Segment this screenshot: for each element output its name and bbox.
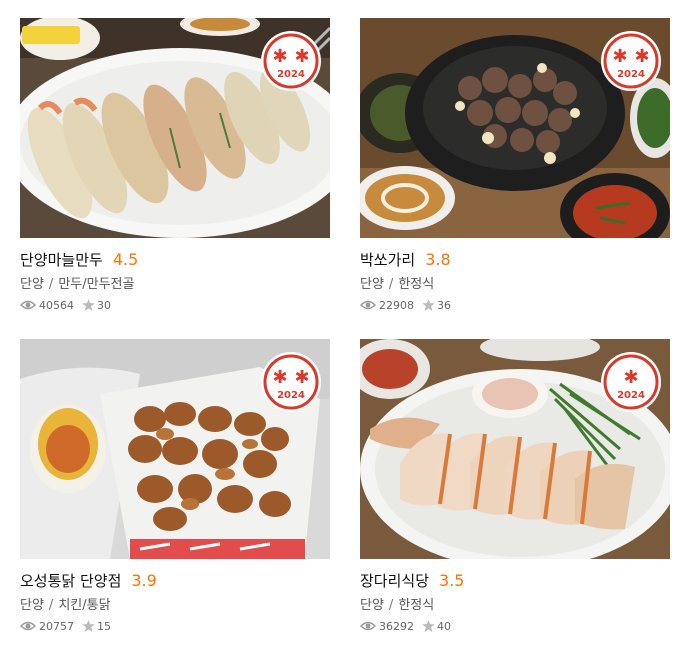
restaurant-photo[interactable]: ✱ 2024 — [360, 339, 670, 559]
restaurant-region: 단양 — [20, 277, 44, 292]
star-icon — [422, 299, 435, 311]
restaurant-category: 만두/만두전골 — [58, 277, 135, 292]
restaurant-grid: ✱ ✱ 2024 단양마늘만두 4.5 단양 / 만두/만두전골 40564 30 — [0, 0, 690, 650]
view-count: 36292 — [379, 619, 414, 633]
restaurant-region: 단양 — [20, 598, 44, 613]
restaurant-stats: 22908 36 — [360, 297, 670, 313]
favorite-count: 36 — [437, 298, 451, 312]
restaurant-name[interactable]: 단양마늘만두 — [20, 249, 103, 270]
star-icon — [82, 299, 95, 311]
svg-text:✱: ✱ — [294, 46, 309, 67]
restaurant-card[interactable]: ✱ ✱ 2024 박쏘가리 3.8 단양 / 한정식 22908 36 — [360, 18, 670, 313]
separator: / — [48, 598, 54, 613]
restaurant-name[interactable]: 장다리식당 — [360, 570, 429, 591]
restaurant-rating: 4.5 — [112, 249, 139, 269]
award-badge-icon: ✱ ✱ 2024 — [600, 30, 662, 92]
separator: / — [388, 598, 394, 613]
restaurant-rating: 3.9 — [131, 570, 157, 590]
badge-year: 2024 — [277, 390, 305, 401]
star-icon — [82, 620, 95, 632]
separator: / — [388, 277, 394, 292]
restaurant-name[interactable]: 박쏘가리 — [360, 249, 415, 270]
svg-text:✱: ✱ — [612, 46, 627, 67]
restaurant-meta: 단양 / 한정식 — [360, 273, 670, 292]
restaurant-name[interactable]: 오성통닭 단양점 — [20, 570, 121, 591]
svg-text:✱: ✱ — [294, 367, 309, 388]
badge-year: 2024 — [617, 390, 645, 401]
restaurant-photo[interactable]: ✱ ✱ 2024 — [20, 339, 330, 559]
restaurant-region: 단양 — [360, 598, 384, 613]
view-count: 22908 — [379, 298, 414, 312]
restaurant-category: 한정식 — [398, 598, 435, 613]
restaurant-stats: 36292 40 — [360, 618, 670, 634]
svg-text:✱: ✱ — [634, 46, 649, 67]
view-count: 40564 — [39, 298, 74, 312]
separator: / — [48, 277, 54, 292]
eye-icon — [360, 620, 376, 632]
view-count: 20757 — [39, 619, 74, 633]
restaurant-card[interactable]: ✱ 2024 장다리식당 3.5 단양 / 한정식 36292 40 — [360, 339, 670, 634]
eye-icon — [20, 299, 36, 311]
restaurant-region: 단양 — [360, 277, 384, 292]
award-badge-icon: ✱ ✱ 2024 — [260, 351, 322, 413]
restaurant-category: 치킨/통닭 — [58, 598, 111, 613]
restaurant-stats: 40564 30 — [20, 297, 330, 313]
restaurant-photo[interactable]: ✱ ✱ 2024 — [360, 18, 670, 238]
svg-text:✱: ✱ — [272, 367, 287, 388]
badge-year: 2024 — [277, 69, 305, 80]
restaurant-photo[interactable]: ✱ ✱ 2024 — [20, 18, 330, 238]
restaurant-meta: 단양 / 한정식 — [360, 594, 670, 613]
restaurant-meta: 단양 / 치킨/통닭 — [20, 594, 330, 613]
restaurant-meta: 단양 / 만두/만두전골 — [20, 273, 330, 292]
restaurant-rating: 3.5 — [439, 570, 465, 590]
svg-text:✱: ✱ — [272, 46, 287, 67]
restaurant-card[interactable]: ✱ ✱ 2024 오성통닭 단양점 3.9 단양 / 치킨/통닭 20757 15 — [20, 339, 330, 634]
favorite-count: 15 — [97, 619, 111, 633]
restaurant-category: 한정식 — [398, 277, 435, 292]
eye-icon — [360, 299, 376, 311]
award-badge-icon: ✱ 2024 — [600, 351, 662, 413]
restaurant-rating: 3.8 — [425, 249, 451, 269]
favorite-count: 40 — [437, 619, 451, 633]
restaurant-card[interactable]: ✱ ✱ 2024 단양마늘만두 4.5 단양 / 만두/만두전골 40564 30 — [20, 18, 330, 313]
favorite-count: 30 — [97, 298, 111, 312]
svg-text:✱: ✱ — [623, 367, 638, 388]
eye-icon — [20, 620, 36, 632]
star-icon — [422, 620, 435, 632]
badge-year: 2024 — [617, 69, 645, 80]
award-badge-icon: ✱ ✱ 2024 — [260, 30, 322, 92]
restaurant-stats: 20757 15 — [20, 618, 330, 634]
